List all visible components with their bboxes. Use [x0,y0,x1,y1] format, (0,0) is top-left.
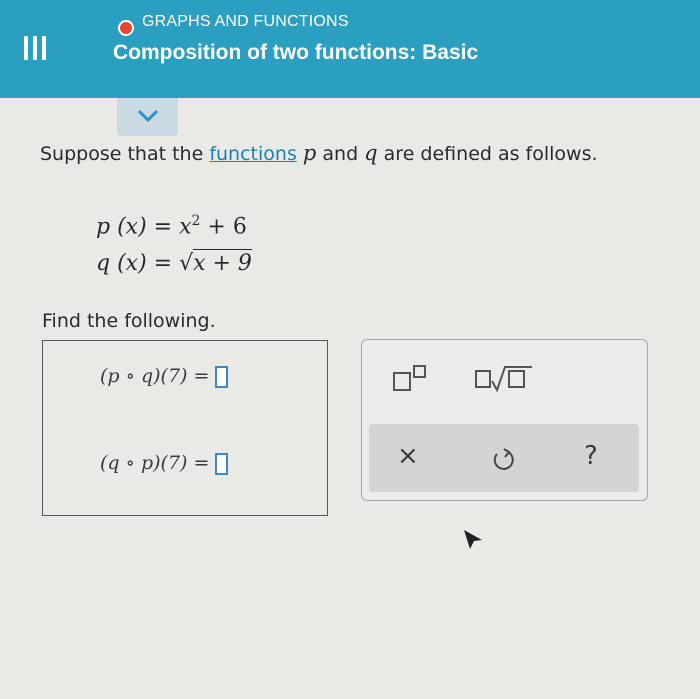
p-rhs: + 6 [200,214,247,240]
intro-text-suffix: are defined as follows. [377,143,598,165]
clear-button[interactable]: × [397,441,419,471]
undo-icon[interactable] [490,447,518,475]
mouse-cursor-icon [464,530,482,549]
answer-expression: (q ∘ p)(7) = [100,452,210,474]
intro-text-prefix: Suppose that the [40,143,210,165]
p-lhs: p (x) = x [96,214,192,240]
menu-icon[interactable] [24,36,48,60]
var-q: q [364,141,378,165]
exponent-template-icon[interactable] [392,363,432,393]
answer-input[interactable] [215,453,229,475]
q-lhs: q (x) = [96,251,180,276]
answer-row-p-of-q: (p ∘ q)(7) = [100,365,229,388]
lesson-title: Composition of two functions: Basic [113,41,479,64]
q-radicand: x + 9 [193,249,252,276]
sqrt-icon: √ [179,251,194,276]
header-bar: GRAPHS AND FUNCTIONS Composition of two … [0,0,700,98]
expand-toggle[interactable] [117,98,178,136]
nth-root-template-icon[interactable] [472,363,534,393]
intro-text-mid: and [316,143,365,165]
problem-statement: Suppose that the functions p and q are d… [40,141,598,165]
answer-input[interactable] [215,366,229,388]
p-definition: p (x) = x2 + 6 [96,213,247,239]
answer-row-q-of-p: (q ∘ p)(7) = [100,452,229,475]
answer-expression: (p ∘ q)(7) = [100,365,210,387]
help-button[interactable]: ? [584,441,598,471]
chevron-down-icon [138,110,158,122]
q-definition: q (x) = √x + 9 [96,249,252,276]
var-p: p [302,141,317,165]
functions-link[interactable]: functions [209,143,297,165]
find-label: Find the following. [42,310,216,332]
topic-title: GRAPHS AND FUNCTIONS [142,13,349,30]
status-dot-icon [118,20,134,36]
